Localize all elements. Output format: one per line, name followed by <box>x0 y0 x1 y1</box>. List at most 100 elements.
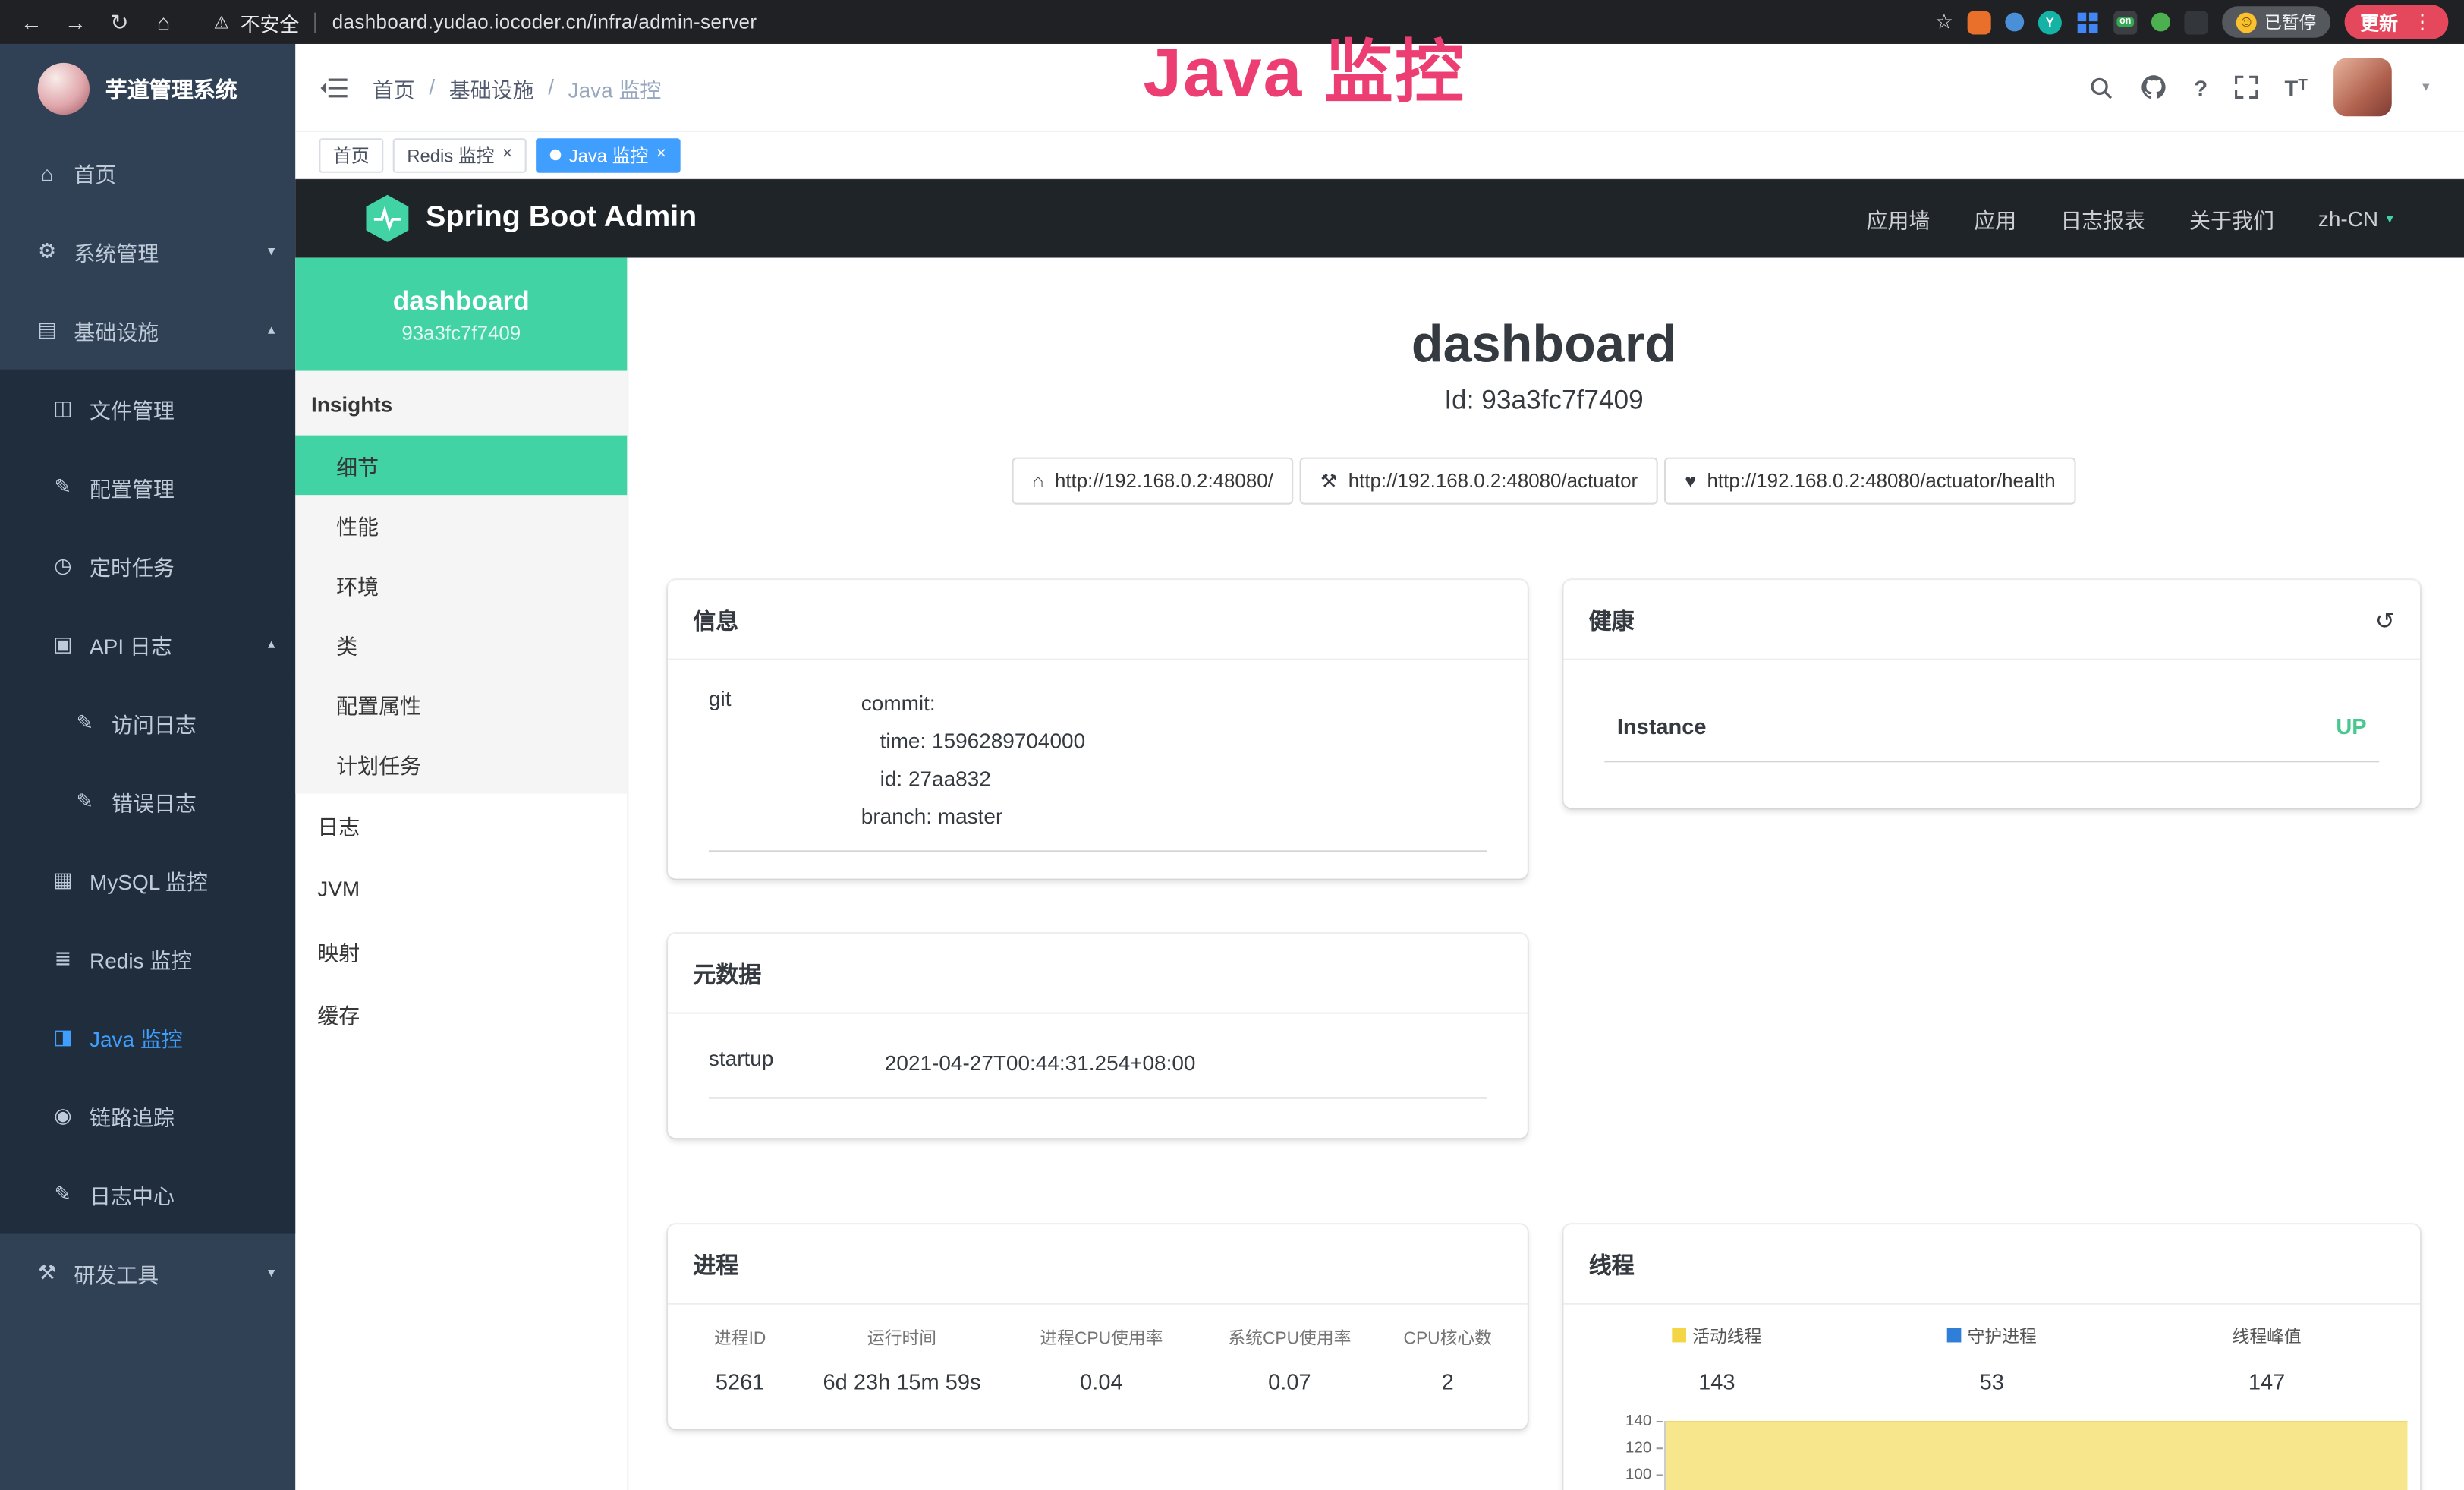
update-button[interactable]: 更新 ⋮ <box>2345 5 2449 39</box>
sidebar-item-label: 链路追踪 <box>90 1101 175 1132</box>
sidebar-item-infrastructure[interactable]: ▤ 基础设施 ▴ <box>0 291 295 370</box>
sidebar-item-access-logs[interactable]: ✎ 访问日志 <box>0 684 295 763</box>
metric-label: 进程ID <box>684 1325 797 1350</box>
sidebar-item-home[interactable]: ⌂ 首页 <box>0 134 295 213</box>
legend-label: 活动线程 <box>1692 1323 1761 1348</box>
sba-menu-details[interactable]: 细节 <box>295 436 627 496</box>
info-line: time: 1596289704000 <box>861 723 1085 761</box>
extension-grid-icon[interactable] <box>2075 10 2099 33</box>
language-label: zh-CN <box>2318 206 2378 230</box>
health-card-title: 健康 <box>1589 603 1635 636</box>
sidebar-item-error-logs[interactable]: ✎ 错误日志 <box>0 762 295 841</box>
sba-menu-environment[interactable]: 环境 <box>295 555 627 615</box>
page-subtitle: Id: 93a3fc7f7409 <box>668 385 2420 416</box>
info-line: branch: master <box>861 799 1085 836</box>
tab-redis-monitor[interactable]: Redis 监控 × <box>393 137 527 172</box>
app-logo <box>38 63 90 115</box>
tab-home[interactable]: 首页 <box>319 137 383 172</box>
sba-nav-about[interactable]: 关于我们 <box>2189 203 2274 234</box>
sidebar-item-scheduled-jobs[interactable]: ◷ 定时任务 <box>0 527 295 606</box>
close-icon[interactable]: × <box>502 146 512 164</box>
home-icon[interactable]: ⌂ <box>148 9 179 34</box>
sidebar-item-label: 文件管理 <box>90 393 175 424</box>
sidebar-item-log-center[interactable]: ✎ 日志中心 <box>0 1155 295 1234</box>
sidebar-item-file-mgmt[interactable]: ◫ 文件管理 <box>0 370 295 449</box>
paused-badge[interactable]: ☺ 已暂停 <box>2222 6 2330 37</box>
timer-icon: ◷ <box>50 553 75 578</box>
sba-nav-links: 应用墙 应用 日志报表 关于我们 zh-CN ▾ <box>1866 203 2393 234</box>
help-icon[interactable]: ? <box>2194 74 2208 99</box>
info-row-git: git commit: time: 1596289704000 id: 27aa… <box>709 685 1487 852</box>
sba-nav-journal[interactable]: 日志报表 <box>2060 203 2145 234</box>
metric-value: 6d 23h 15m 59s <box>797 1369 1008 1394</box>
sidebar-submenu: ◫ 文件管理 ✎ 配置管理 ◷ 定时任务 ▣ API 日志 ▴ ✎ <box>0 370 295 1234</box>
metric-value: 2 <box>1383 1369 1512 1394</box>
caret-down-icon[interactable]: ▾ <box>2422 79 2429 96</box>
sidebar-item-redis-monitor[interactable]: ≣ Redis 监控 <box>0 919 295 998</box>
actuator-url-button[interactable]: ⚒ http://192.168.0.2:48080/actuator <box>1300 458 1658 505</box>
breadcrumb-home[interactable]: 首页 <box>373 71 415 102</box>
legend-label: 守护进程 <box>1968 1323 2037 1348</box>
sidebar-item-mysql-monitor[interactable]: ▦ MySQL 监控 <box>0 841 295 920</box>
extension-pin-icon[interactable] <box>2005 13 2024 32</box>
health-url-button[interactable]: ♥ http://192.168.0.2:48080/actuator/heal… <box>1664 458 2075 505</box>
bookmark-star-icon[interactable]: ☆ <box>1935 9 1953 34</box>
sidebar-item-java-monitor[interactable]: ◨ Java 监控 <box>0 998 295 1077</box>
on-badge-label: on <box>2116 17 2134 27</box>
extension-on-badge-icon[interactable]: on <box>2113 10 2137 33</box>
sidebar-item-trace[interactable]: ◉ 链路追踪 <box>0 1076 295 1155</box>
metric-value: 0.04 <box>1007 1369 1195 1394</box>
instance-url-button[interactable]: ⌂ http://192.168.0.2:48080/ <box>1012 458 1294 505</box>
github-icon[interactable] <box>2141 74 2167 100</box>
sidebar-item-dev-tools[interactable]: ⚒ 研发工具 ▾ <box>0 1234 295 1313</box>
app-logo-block[interactable]: 芋道管理系统 <box>0 44 295 134</box>
y-tick: 120 <box>1601 1440 1664 1466</box>
sba-language-select[interactable]: zh-CN ▾ <box>2318 206 2393 230</box>
breadcrumb-infrastructure[interactable]: 基础设施 <box>449 71 534 102</box>
sidebar-item-api-logs[interactable]: ▣ API 日志 ▴ <box>0 605 295 684</box>
sba-menu-caches[interactable]: 缓存 <box>295 982 627 1045</box>
sba-menu-logs[interactable]: 日志 <box>295 794 627 857</box>
sidebar-item-label: 访问日志 <box>112 707 197 739</box>
sba-brand[interactable]: Spring Boot Admin <box>366 195 697 242</box>
search-icon[interactable] <box>2089 74 2114 99</box>
sba-menu-scheduled-tasks[interactable]: 计划任务 <box>295 734 627 794</box>
sba-menu-config-props[interactable]: 配置属性 <box>295 674 627 734</box>
sidebar-item-label: Redis 监控 <box>90 943 192 974</box>
extension-y-icon[interactable]: Y <box>2038 10 2062 33</box>
process-card-title: 进程 <box>693 1248 738 1281</box>
sidebar-item-label: API 日志 <box>90 628 172 660</box>
tabs-bar: 首页 Redis 监控 × Java 监控 × <box>295 132 2464 179</box>
sba-nav-wall[interactable]: 应用墙 <box>1866 203 1930 234</box>
sba-menu-classes[interactable]: 类 <box>295 615 627 675</box>
font-size-icon[interactable]: T T <box>2285 74 2308 99</box>
extensions-puzzle-icon[interactable] <box>2184 10 2208 33</box>
tab-java-monitor[interactable]: Java 监控 × <box>536 137 680 172</box>
divider <box>315 12 316 33</box>
legend-value: 147 <box>2129 1369 2404 1394</box>
sidebar-item-config-mgmt[interactable]: ✎ 配置管理 <box>0 448 295 527</box>
info-line: id: 27aa832 <box>861 761 1085 799</box>
sba-nav-applications[interactable]: 应用 <box>1974 203 2016 234</box>
sidebar-collapse-icon[interactable] <box>320 74 348 99</box>
sidebar-item-label: 配置管理 <box>90 471 175 502</box>
reload-icon[interactable]: ↻ <box>104 8 135 35</box>
sba-menu-mappings[interactable]: 映射 <box>295 919 627 982</box>
back-icon[interactable]: ← <box>16 9 47 34</box>
forward-icon[interactable]: → <box>60 9 91 34</box>
extension-leaf-icon[interactable] <box>2151 13 2170 32</box>
close-icon[interactable]: × <box>656 146 666 164</box>
history-icon[interactable]: ↺ <box>2375 606 2395 634</box>
address-bar[interactable]: ⚠ 不安全 dashboard.yudao.iocoder.cn/infra/a… <box>214 7 1935 36</box>
sidebar-item-label: 首页 <box>74 157 116 188</box>
extension-fox-icon[interactable] <box>1968 10 1991 33</box>
sidebar-item-system-mgmt[interactable]: ⚙ 系统管理 ▾ <box>0 213 295 291</box>
metadata-card: 元数据 startup 2021-04-27T00:44:31.254+08:0… <box>668 934 1528 1138</box>
tab-label: Java 监控 <box>569 142 649 167</box>
legend-value: 143 <box>1579 1369 1854 1394</box>
kebab-menu-icon[interactable]: ⋮ <box>2412 9 2433 34</box>
sba-menu-metrics[interactable]: 性能 <box>295 495 627 555</box>
user-avatar[interactable] <box>2334 58 2393 117</box>
sba-menu-jvm[interactable]: JVM <box>295 857 627 920</box>
fullscreen-icon[interactable] <box>2234 75 2258 99</box>
